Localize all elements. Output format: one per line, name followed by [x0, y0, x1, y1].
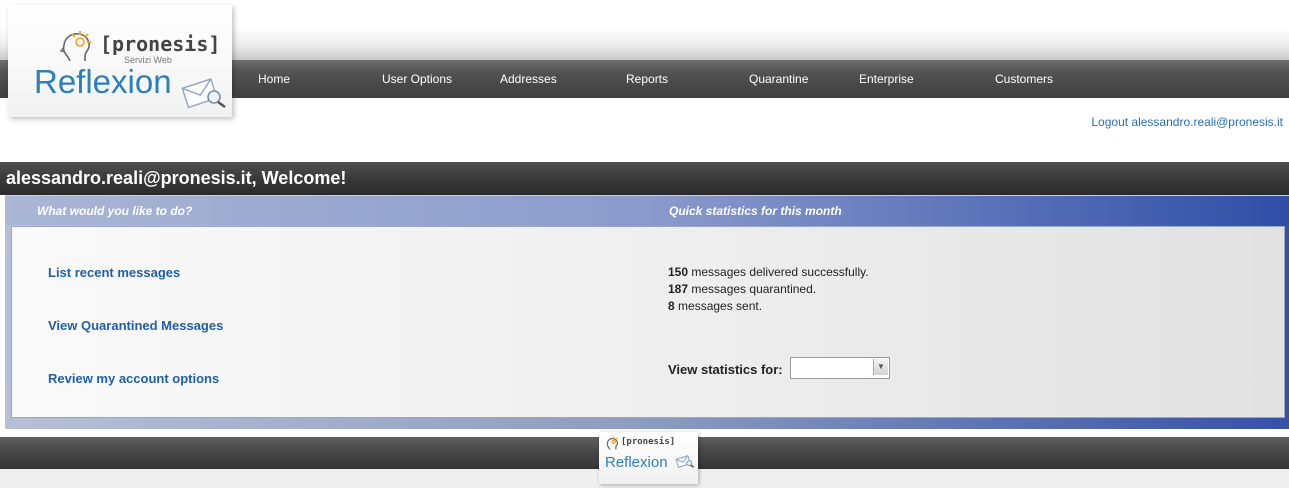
footer-logo: [pronesis] Reflexion — [599, 432, 698, 484]
logout-link[interactable]: Logout alessandro.reali@pronesis.it — [1091, 115, 1283, 129]
logo[interactable]: [pronesis] Servizi Web Reflexion — [8, 5, 232, 117]
view-quarantined-messages-link[interactable]: View Quarantined Messages — [48, 318, 223, 333]
welcome-bar: alessandro.reali@pronesis.it, Welcome! — [0, 162, 1289, 195]
nav-home[interactable]: Home — [258, 72, 290, 86]
review-account-options-link[interactable]: Review my account options — [48, 371, 219, 386]
footer-brand-text: [pronesis] — [621, 437, 676, 447]
footer-head-bulb-icon — [605, 435, 621, 456]
nav-user-options[interactable]: User Options — [382, 72, 452, 86]
stats-period-select[interactable]: ▼ — [790, 357, 890, 379]
stat-delivered: 150 messages delivered successfully. — [668, 265, 869, 279]
logo-brand-text: [pronesis] — [100, 32, 221, 56]
footer-envelope-icon — [675, 454, 695, 473]
actions-heading: What would you like to do? — [37, 204, 193, 218]
stat-delivered-text: messages delivered successfully. — [688, 265, 869, 279]
welcome-title: alessandro.reali@pronesis.it, Welcome! — [6, 168, 347, 188]
chevron-down-icon[interactable]: ▼ — [873, 359, 888, 375]
list-recent-messages-link[interactable]: List recent messages — [48, 265, 180, 280]
footer-product-name: Reflexion — [605, 454, 668, 471]
dashboard-panel: What would you like to do? Quick statist… — [5, 195, 1289, 429]
stat-quarantined-text: messages quarantined. — [688, 282, 817, 296]
stat-sent-text: messages sent. — [674, 299, 763, 313]
stat-quarantined: 187 messages quarantined. — [668, 282, 816, 296]
envelope-magnifier-icon — [180, 75, 228, 114]
nav-reports[interactable]: Reports — [626, 72, 668, 86]
stat-delivered-count: 150 — [668, 265, 689, 279]
stats-period-label: View statistics for: — [668, 362, 783, 377]
stat-sent: 8 messages sent. — [668, 299, 762, 313]
nav-customers[interactable]: Customers — [995, 72, 1053, 86]
stats-heading: Quick statistics for this month — [669, 204, 842, 218]
nav-addresses[interactable]: Addresses — [500, 72, 557, 86]
nav-enterprise[interactable]: Enterprise — [859, 72, 914, 86]
logo-product-name: Reflexion — [34, 63, 172, 100]
panel-header: What would you like to do? Quick statist… — [5, 195, 1289, 225]
panel-body: List recent messages View Quarantined Me… — [11, 226, 1285, 418]
stat-quarantined-count: 187 — [668, 282, 689, 296]
nav-quarantine[interactable]: Quarantine — [749, 72, 808, 86]
stat-sent-count: 8 — [668, 299, 675, 313]
